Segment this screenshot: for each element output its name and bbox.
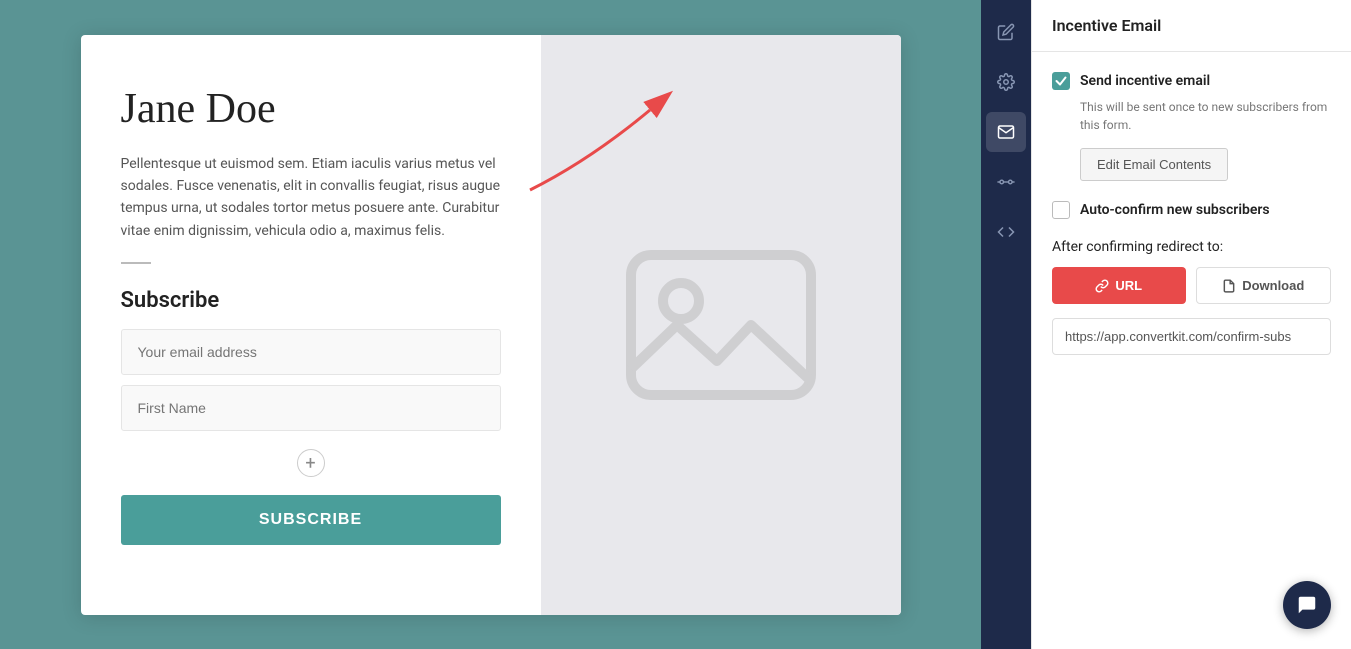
edit-email-button[interactable]: Edit Email Contents	[1080, 148, 1228, 181]
form-image-area	[541, 35, 901, 615]
form-card: Jane Doe Pellentesque ut euismod sem. Et…	[81, 35, 901, 615]
helper-text: This will be sent once to new subscriber…	[1080, 98, 1331, 134]
code-icon-btn[interactable]	[986, 212, 1026, 252]
advanced-settings-icon-btn[interactable]	[986, 162, 1026, 202]
edit-icon-btn[interactable]	[986, 12, 1026, 52]
email-icon-btn[interactable]	[986, 112, 1026, 152]
send-incentive-label: Send incentive email	[1080, 73, 1210, 89]
auto-confirm-row: Auto-confirm new subscribers	[1052, 201, 1331, 219]
right-panel: Incentive Email Send incentive email Thi…	[1031, 0, 1351, 649]
subscribe-title: Subscribe	[121, 288, 501, 313]
auto-confirm-checkbox[interactable]	[1052, 201, 1070, 219]
submit-button[interactable]: SUBSCRIBE	[121, 495, 501, 545]
form-title: Jane Doe	[121, 85, 501, 133]
form-divider	[121, 262, 151, 264]
add-field-button[interactable]: +	[297, 449, 325, 477]
url-redirect-button[interactable]: URL	[1052, 267, 1186, 304]
panel-title: Incentive Email	[1032, 0, 1351, 52]
sidebar	[981, 0, 1031, 649]
panel-body: Send incentive email This will be sent o…	[1032, 52, 1351, 649]
form-description: Pellentesque ut euismod sem. Etiam iacul…	[121, 153, 501, 243]
send-incentive-checkbox[interactable]	[1052, 72, 1070, 90]
redirect-label: After confirming redirect to:	[1052, 239, 1331, 255]
email-input[interactable]	[121, 329, 501, 375]
add-field-row: +	[121, 441, 501, 485]
redirect-buttons: URL Download	[1052, 267, 1331, 304]
download-btn-label: Download	[1242, 278, 1304, 293]
settings-icon-btn[interactable]	[986, 62, 1026, 102]
name-input[interactable]	[121, 385, 501, 431]
redirect-url-input[interactable]	[1052, 318, 1331, 355]
url-btn-label: URL	[1115, 278, 1142, 293]
image-placeholder	[581, 185, 861, 465]
chat-bubble[interactable]	[1283, 581, 1331, 629]
auto-confirm-label: Auto-confirm new subscribers	[1080, 202, 1270, 218]
send-incentive-row: Send incentive email	[1052, 72, 1331, 90]
preview-area: Jane Doe Pellentesque ut euismod sem. Et…	[0, 0, 981, 649]
download-redirect-button[interactable]: Download	[1196, 267, 1332, 304]
form-left: Jane Doe Pellentesque ut euismod sem. Et…	[81, 35, 541, 615]
